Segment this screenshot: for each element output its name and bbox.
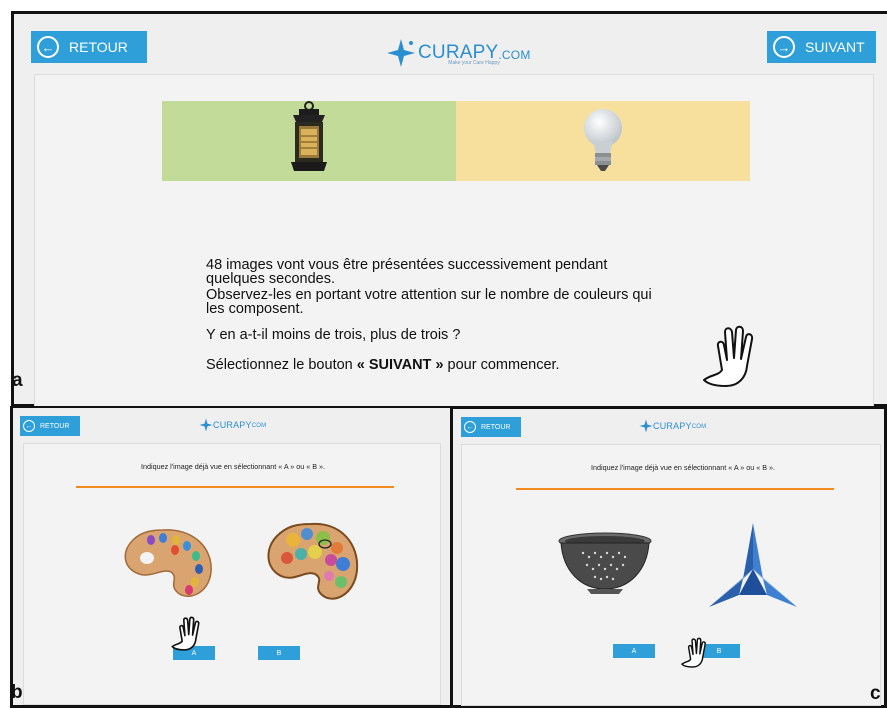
- panel-a: ← RETOUR CURAPY .COM Make your Care Happ…: [11, 11, 887, 407]
- orange-divider: [516, 488, 834, 490]
- instruction-text: Indiquez l'image déjà vue en sélectionna…: [141, 462, 325, 471]
- arrow-right-icon: →: [773, 36, 795, 58]
- lantern-icon: [291, 101, 327, 171]
- lightbulb-icon: [584, 109, 622, 171]
- image-option-lightbulb[interactable]: [456, 101, 750, 181]
- intro-instruction: Sélectionnez le bouton « SUIVANT » pour …: [206, 358, 560, 373]
- next-button-label: SUIVANT: [805, 39, 865, 55]
- back-button-label: RETOUR: [481, 423, 511, 431]
- panel-label-c: c: [870, 683, 881, 704]
- content-area: [23, 443, 441, 705]
- panel-c: ← RETOUR CURAPY COM Indiquez l'image déj…: [453, 406, 887, 708]
- intro-line-2: quelques secondes.: [206, 271, 335, 287]
- intro-question: Y en a-t-il moins de trois, plus de troi…: [206, 327, 461, 343]
- option-b-button[interactable]: B: [258, 646, 300, 660]
- back-button[interactable]: ← RETOUR: [31, 31, 147, 63]
- star-shape-icon[interactable]: [705, 521, 801, 613]
- image-option-lantern[interactable]: [162, 101, 456, 181]
- panel-label-a: a: [12, 370, 23, 391]
- instruction-bold: « SUIVANT »: [356, 357, 444, 373]
- arrow-left-icon: ←: [37, 36, 59, 58]
- hand-cursor-icon: [171, 616, 200, 651]
- hand-cursor-icon: [681, 637, 706, 668]
- palette-b-icon[interactable]: [263, 520, 363, 610]
- instruction-text: Indiquez l'image déjà vue en sélectionna…: [591, 463, 775, 472]
- back-button[interactable]: ← RETOUR: [461, 417, 521, 437]
- colander-icon[interactable]: [557, 531, 653, 595]
- sparkle-logo-icon: [639, 419, 653, 433]
- curapy-logo: CURAPY COM: [199, 418, 266, 432]
- curapy-logo: CURAPY COM: [639, 419, 706, 433]
- sparkle-logo-icon: [387, 39, 415, 67]
- logo-suffix: COM: [251, 423, 267, 429]
- content-area: [461, 444, 881, 706]
- instruction-suffix: pour commencer.: [443, 357, 560, 373]
- sparkle-logo-icon: [199, 418, 213, 432]
- intro-line-4: les composent.: [206, 301, 304, 317]
- back-button[interactable]: ← RETOUR: [20, 416, 80, 436]
- arrow-left-icon: ←: [23, 420, 35, 432]
- logo-text: CURAPY: [213, 420, 252, 430]
- instruction-prefix: Sélectionnez le bouton: [206, 357, 357, 373]
- panel-label-b: b: [11, 682, 23, 703]
- next-button[interactable]: → SUIVANT: [767, 31, 876, 63]
- orange-divider: [76, 486, 394, 488]
- back-button-label: RETOUR: [69, 39, 128, 55]
- back-button-label: RETOUR: [40, 422, 70, 430]
- panel-b: ← RETOUR CURAPY COM Indiquez l'image déj…: [10, 406, 453, 708]
- arrow-left-icon: ←: [464, 421, 476, 433]
- logo-text: CURAPY: [653, 421, 692, 431]
- hand-cursor-icon: [703, 325, 754, 387]
- logo-suffix: COM: [691, 424, 707, 430]
- logo-tagline: Make your Care Happy: [448, 60, 500, 66]
- option-a-button[interactable]: A: [613, 644, 655, 658]
- palette-a-icon[interactable]: [119, 524, 219, 608]
